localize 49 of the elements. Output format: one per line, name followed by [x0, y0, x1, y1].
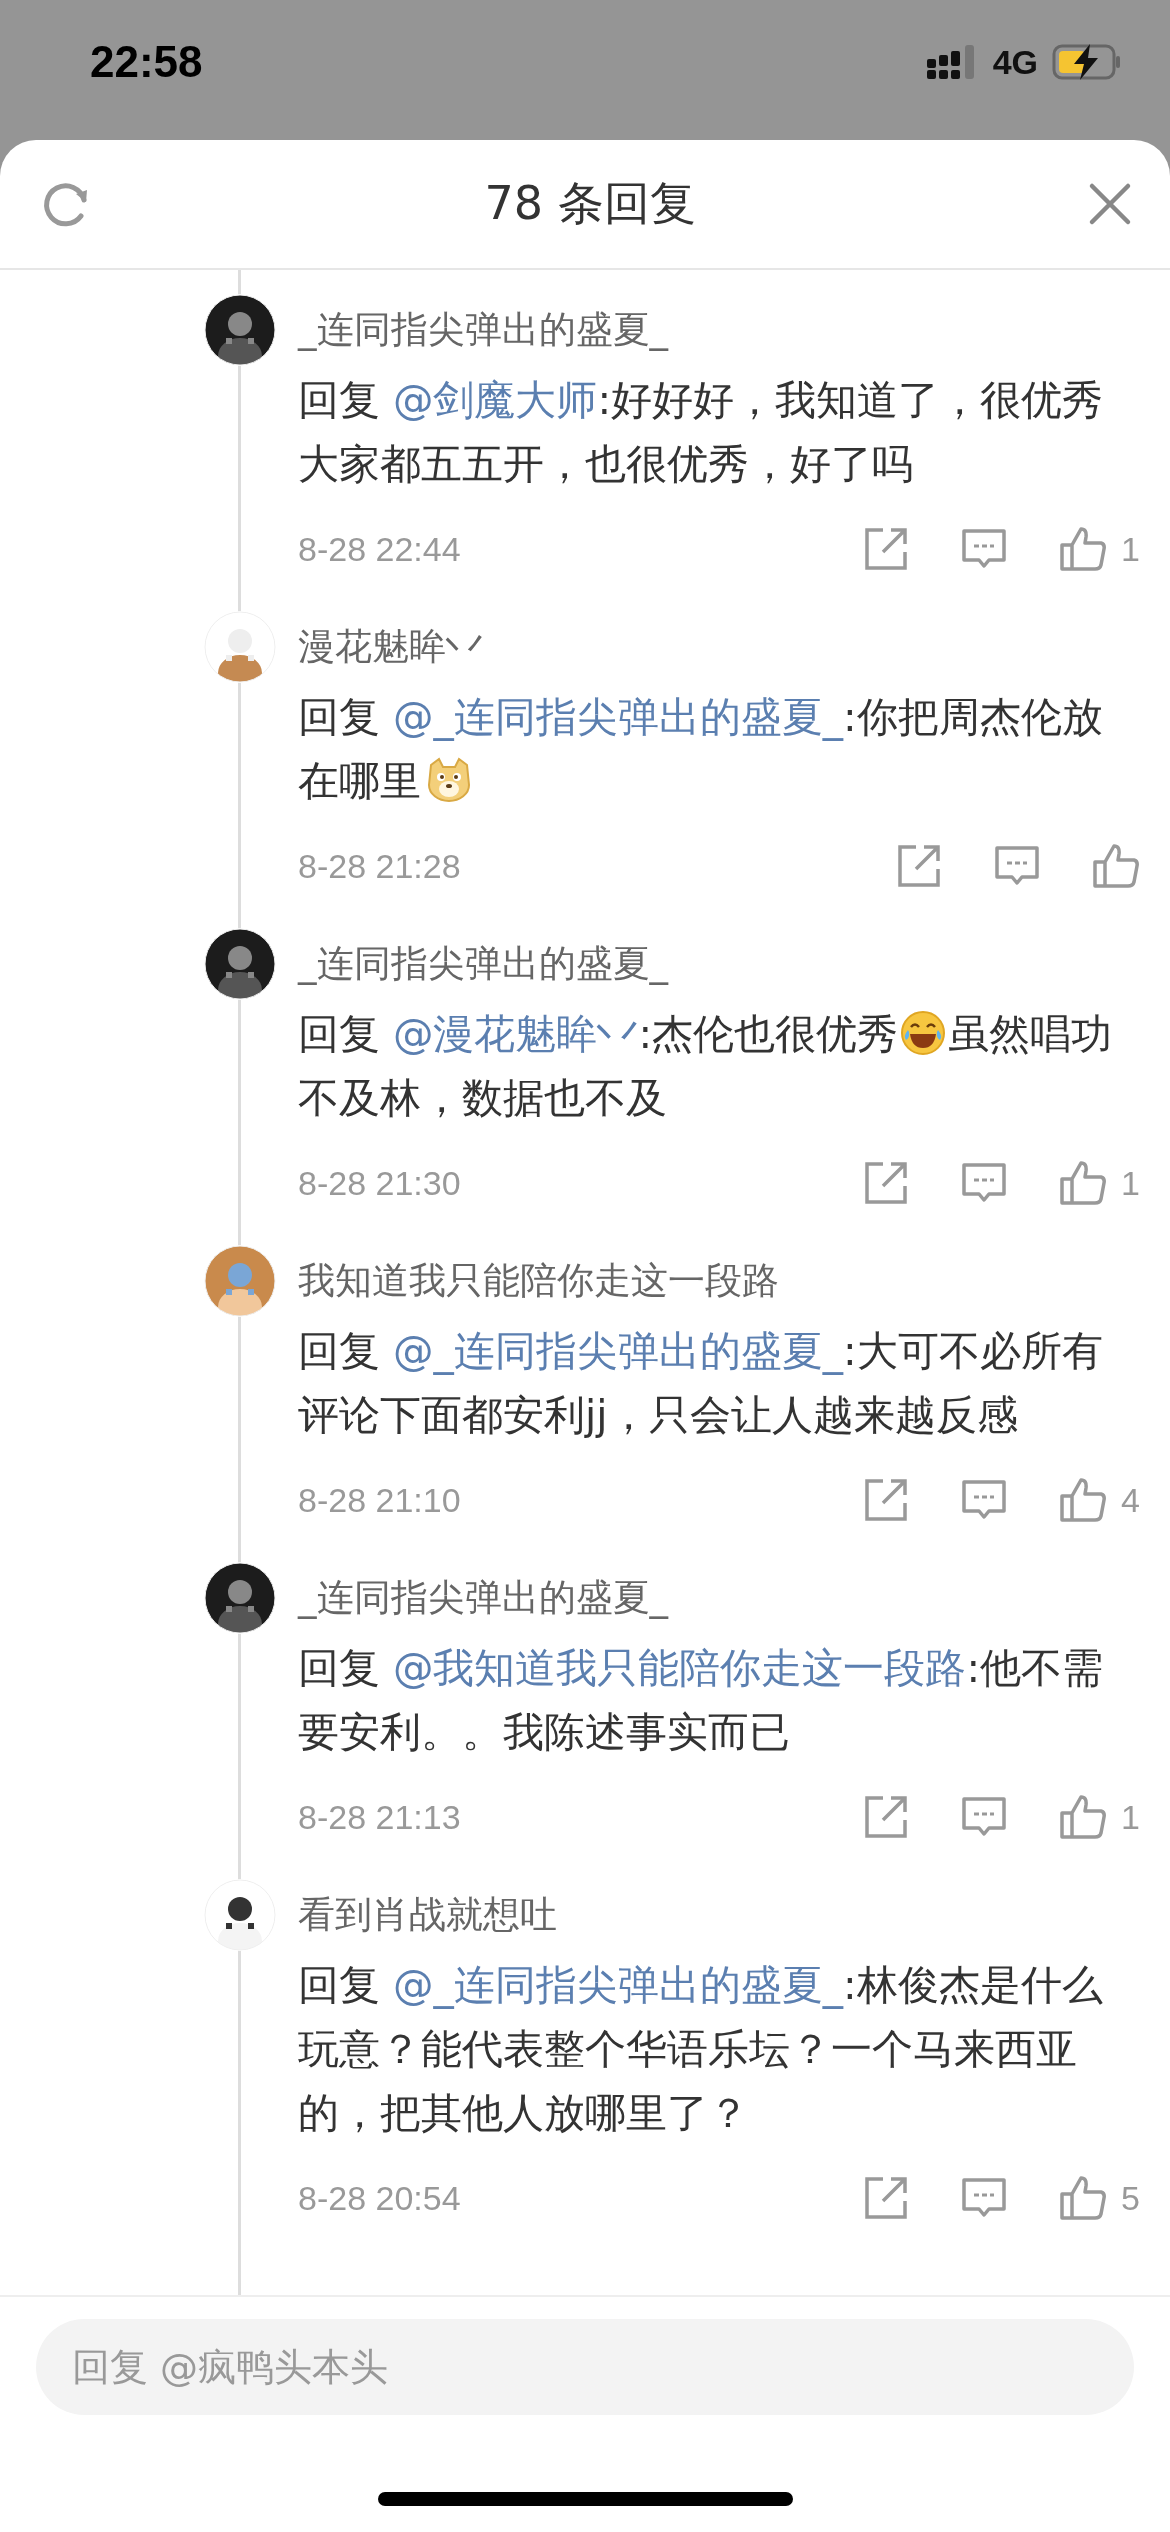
comment-text: 回复 @_连同指尖弹出的盛夏_:林俊杰是什么玩意？能代表整个华语乐坛？一个马来西亚的，把其他人放哪里了？: [298, 1960, 1104, 2139]
like-count: 1: [1121, 529, 1140, 569]
timestamp: 8-28 20:54: [298, 2178, 462, 2218]
dog-emoji-icon: [425, 755, 473, 803]
like-count: 1: [1121, 1163, 1140, 1203]
share-icon[interactable]: [863, 526, 910, 572]
like-count: 4: [1121, 1480, 1140, 1520]
reply-input[interactable]: 回复 @疯鸭头本头: [36, 2319, 1134, 2415]
timestamp: 8-28 21:13: [298, 1797, 462, 1837]
close-button[interactable]: [1088, 182, 1132, 226]
username[interactable]: _连同指尖弹出的盛夏_: [298, 1568, 1140, 1628]
username[interactable]: _连同指尖弹出的盛夏_: [298, 300, 1140, 360]
comment-text: 回复 @剑魔大师:好好好，我知道了，很优秀大家都五五开，也很优秀，好了吗: [298, 375, 1105, 490]
share-icon[interactable]: [863, 1794, 910, 1840]
thumbs-up-icon[interactable]: [1059, 1159, 1108, 1207]
comment-text: 回复 @_连同指尖弹出的盛夏_:大可不必所有评论下面都安利jj，只会让人越来越反感: [298, 1326, 1104, 1441]
mention-link[interactable]: @_连同指尖弹出的盛夏_: [392, 1327, 843, 1375]
timestamp: 8-28 21:30: [298, 1163, 462, 1203]
mention-link[interactable]: @剑魔大师: [392, 376, 598, 424]
mention-link[interactable]: @我知道我只能陪你走这一段路: [392, 1644, 967, 1692]
share-icon[interactable]: [863, 2175, 910, 2221]
timestamp: 8-28 21:10: [298, 1480, 462, 1520]
timestamp: 8-28 21:28: [298, 846, 462, 886]
share-icon[interactable]: [863, 1160, 910, 1206]
network-label: 4G: [992, 42, 1038, 82]
thumbs-up-icon[interactable]: [1059, 1476, 1108, 1524]
username[interactable]: 我知道我只能陪你走这一段路: [298, 1251, 1140, 1311]
mention-link[interactable]: @_连同指尖弹出的盛夏_: [392, 1961, 843, 2009]
thumbs-up-icon[interactable]: [1059, 525, 1108, 573]
laughing-emoji-icon: [900, 1010, 947, 1056]
clock-time: 22:58: [90, 37, 204, 87]
share-icon[interactable]: [896, 843, 942, 889]
share-icon[interactable]: [863, 1477, 910, 1523]
mention-link[interactable]: @漫花魅眸丷: [392, 1010, 639, 1058]
like-count: 5: [1121, 2178, 1140, 2218]
comment-text: 回复 @漫花魅眸丷:杰伦也很优秀 虽然唱功不及林，数据也不及: [298, 1009, 1114, 1124]
comment-text: 回复 @我知道我只能陪你走这一段路:他不需要安利。。我陈述事实而已: [298, 1643, 1105, 1758]
thumbs-up-icon[interactable]: [1059, 2174, 1108, 2222]
thumbs-up-icon[interactable]: [1059, 1793, 1108, 1841]
mention-link[interactable]: @_连同指尖弹出的盛夏_: [392, 693, 843, 741]
battery-charging-icon: [1052, 44, 1122, 80]
comment-text: 回复 @_连同指尖弹出的盛夏_:你把周杰伦放在哪里: [298, 692, 1104, 807]
username[interactable]: 看到肖战就想吐: [298, 1885, 1140, 1945]
sheet-title: 78 条回复: [484, 175, 696, 232]
thumbs-up-icon[interactable]: [1092, 842, 1140, 890]
username[interactable]: 漫花魅眸丷: [298, 617, 1140, 677]
username[interactable]: _连同指尖弹出的盛夏_: [298, 934, 1140, 994]
timestamp: 8-28 22:44: [298, 529, 462, 569]
like-count: 1: [1121, 1797, 1140, 1837]
